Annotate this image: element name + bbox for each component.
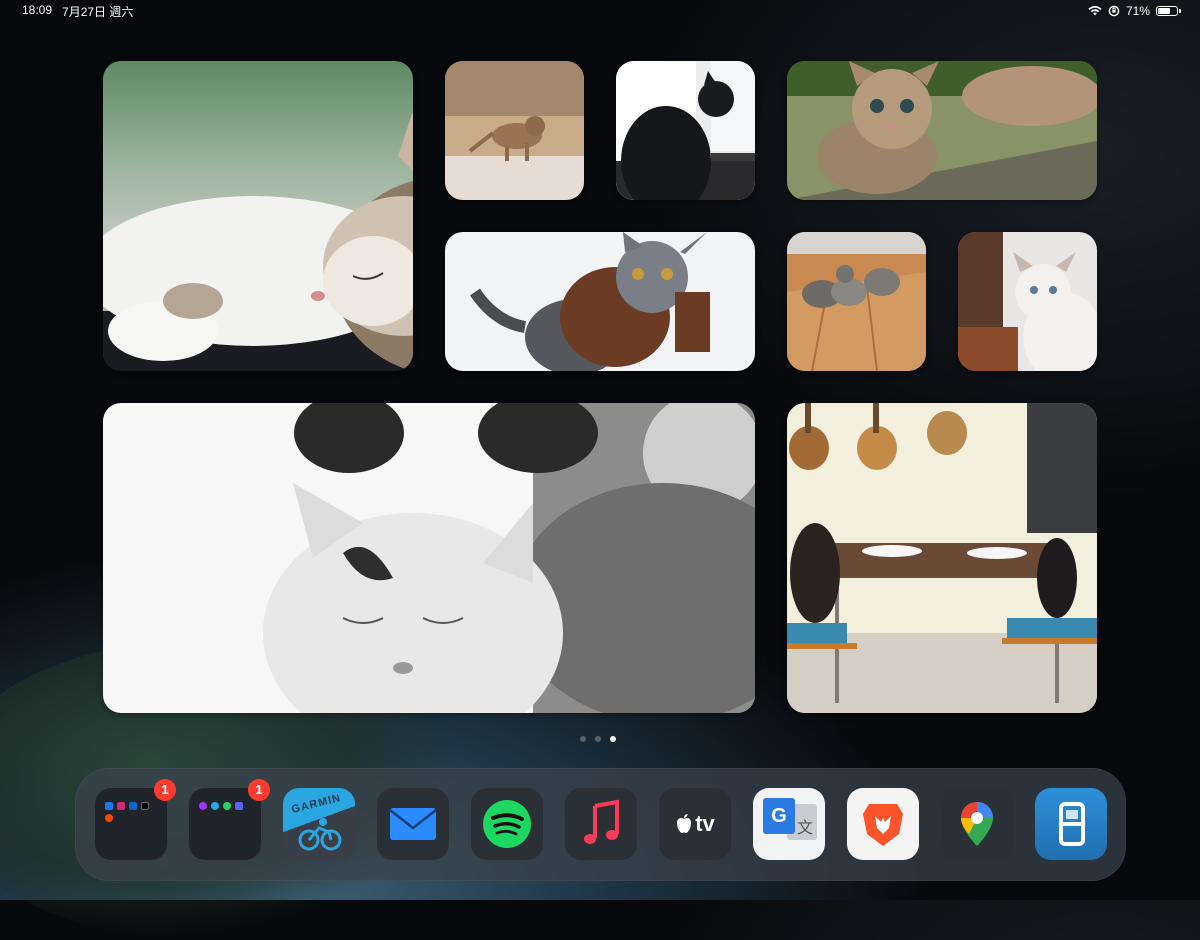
messenger-icon: [199, 802, 207, 810]
garmin-app[interactable]: GARMIN: [283, 788, 355, 860]
status-bar: 18:09 7月27日 週六 71%: [0, 0, 1200, 22]
files-app[interactable]: [1035, 788, 1107, 860]
photo-widget-cats-kitchen[interactable]: [787, 403, 1097, 713]
photo-widget-black-cat-window[interactable]: [616, 61, 755, 200]
map-pin-icon: [961, 802, 993, 846]
photo-widget-white-kitten[interactable]: [958, 232, 1097, 371]
photo-widget-running-kitten[interactable]: [445, 61, 584, 200]
page-dot[interactable]: [580, 736, 586, 742]
photo-widget-gray-cat-sweater[interactable]: [445, 232, 755, 371]
clock-time: 18:09: [22, 2, 53, 17]
instagram-icon: [117, 802, 125, 810]
battery-icon: [1156, 6, 1181, 16]
music-note-icon: [584, 799, 619, 844]
page-dot-active[interactable]: [610, 736, 616, 742]
telegram-icon: [211, 802, 219, 810]
discord-icon: [235, 802, 243, 810]
apple-logo-icon: [677, 814, 692, 833]
document-scan-icon: [1059, 802, 1085, 846]
spotify-icon: [483, 800, 531, 848]
messaging-folder[interactable]: 1: [189, 779, 270, 860]
social-folder[interactable]: 1: [95, 779, 176, 860]
brave-lion-icon: [863, 804, 903, 846]
cycling-icon: [298, 818, 342, 851]
google-maps-app[interactable]: [941, 788, 1013, 860]
facebook-icon: [105, 802, 113, 810]
notification-badge: 1: [248, 779, 270, 801]
photo-widget-three-kittens[interactable]: [787, 232, 926, 371]
brave-app[interactable]: [847, 788, 919, 860]
photo-widget-sleeping-cat[interactable]: [103, 61, 413, 371]
tv-wordmark: tv: [695, 811, 715, 836]
envelope-icon: [389, 808, 437, 840]
page-indicator[interactable]: [580, 736, 616, 742]
music-app[interactable]: [565, 788, 637, 860]
whatsapp-icon: [223, 802, 231, 810]
spotify-app[interactable]: [471, 788, 543, 860]
photo-widget-tabby-kittens[interactable]: [787, 61, 1097, 200]
google-translate-app[interactable]: G 文: [753, 788, 825, 860]
clock-date: 7月27日 週六: [62, 4, 134, 19]
apple-tv-app[interactable]: tv: [659, 788, 731, 860]
x-icon: [141, 802, 149, 810]
reddit-icon: [105, 814, 113, 822]
notification-badge: 1: [154, 779, 176, 801]
photo-widget-cat-bunny-ears[interactable]: [103, 403, 755, 713]
page-dot[interactable]: [595, 736, 601, 742]
translate-g-icon: G: [763, 798, 795, 834]
mail-app[interactable]: [377, 788, 449, 860]
dock: 1 1 GARMIN tv G 文: [75, 768, 1126, 881]
translate-wen-icon: 文: [797, 820, 814, 837]
orientation-lock-icon: [1108, 5, 1120, 17]
linkedin-icon: [129, 802, 137, 810]
wifi-icon: [1088, 6, 1102, 16]
battery-percent: 71%: [1125, 4, 1150, 18]
